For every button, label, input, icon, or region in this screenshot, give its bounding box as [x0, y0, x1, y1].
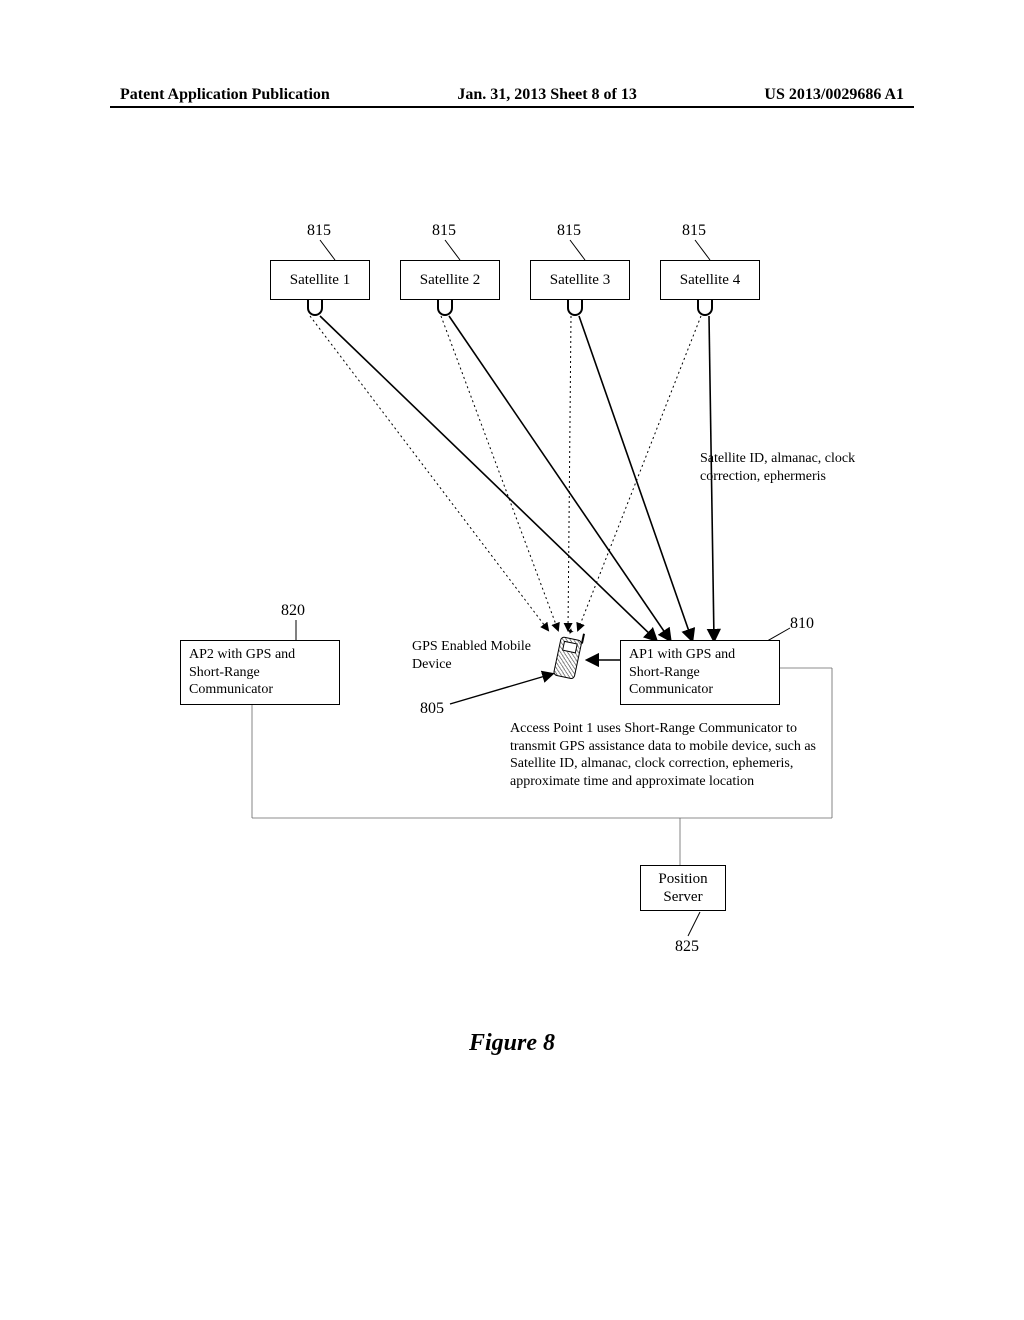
- ref-805: 805: [420, 700, 444, 718]
- ap-description-label: Access Point 1 uses Short-Range Communic…: [510, 720, 820, 790]
- ref-825: 825: [675, 938, 699, 956]
- phone-screen: [562, 641, 578, 654]
- ap1-line3: Communicator: [629, 681, 771, 699]
- ref-810: 810: [790, 615, 814, 633]
- position-server-box: Position Server: [640, 865, 726, 911]
- ap1-line2: Short-Range: [629, 664, 771, 682]
- diagram-root: Patent Application Publication Jan. 31, …: [0, 0, 1024, 1320]
- satellite-data-label: Satellite ID, almanac, clock correction,…: [700, 450, 890, 485]
- ps-line1: Position: [643, 870, 723, 888]
- ap2-line2: Short-Range: [189, 664, 331, 682]
- ap2-line1: AP2 with GPS and: [189, 646, 331, 664]
- ap2-line3: Communicator: [189, 681, 331, 699]
- ap1-box: AP1 with GPS and Short-Range Communicato…: [620, 640, 780, 705]
- figure-label: Figure 8: [0, 1030, 1024, 1057]
- ap2-box: AP2 with GPS and Short-Range Communicato…: [180, 640, 340, 705]
- ref-820: 820: [281, 602, 305, 620]
- gps-device-label: GPS Enabled Mobile Device: [412, 638, 552, 673]
- ps-line2: Server: [643, 888, 723, 906]
- ap1-line1: AP1 with GPS and: [629, 646, 771, 664]
